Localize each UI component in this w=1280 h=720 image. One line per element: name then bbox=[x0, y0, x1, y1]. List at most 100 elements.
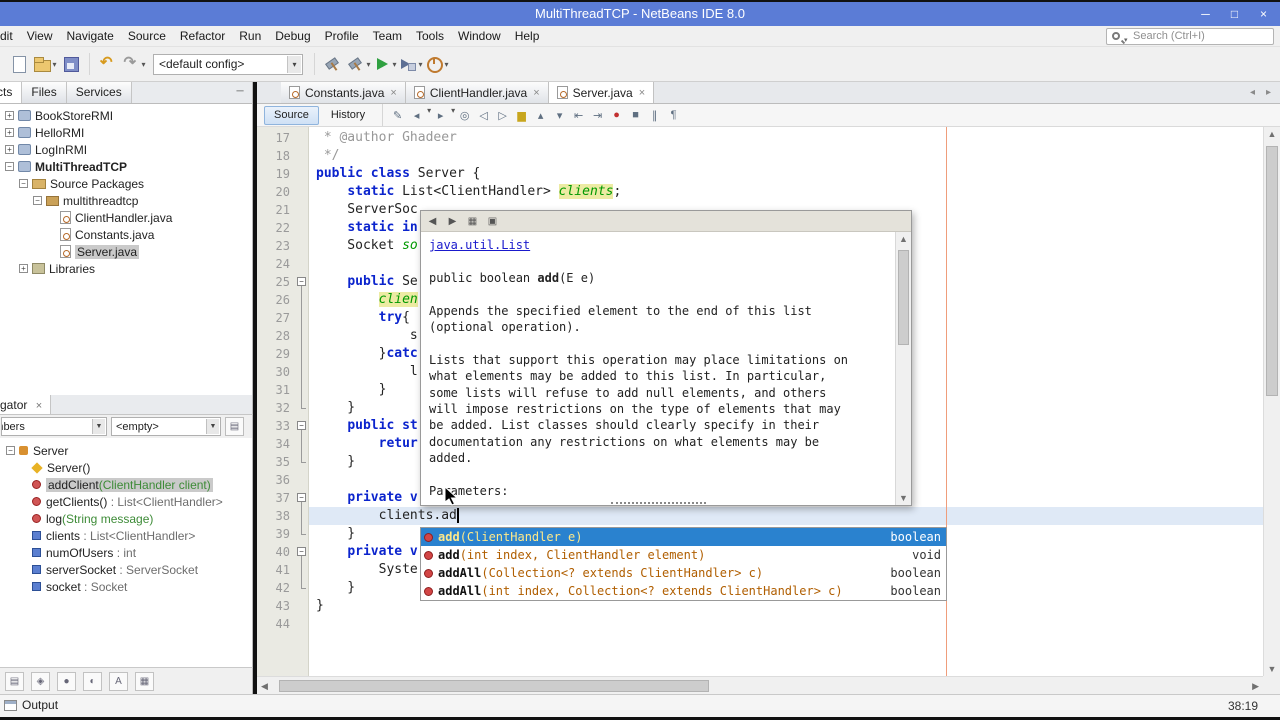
menu-debug[interactable]: Debug bbox=[268, 26, 317, 46]
back-icon[interactable]: ◀ bbox=[424, 213, 441, 229]
javadoc-scrollbar[interactable]: ▲ ▼ bbox=[895, 232, 911, 505]
close-icon[interactable]: × bbox=[390, 87, 396, 99]
javadoc-class-link[interactable]: java.util.List bbox=[429, 237, 887, 253]
quick-search-input[interactable]: ▾ Search (Ctrl+I) bbox=[1106, 28, 1274, 45]
tab-constants-java[interactable]: Constants.java × bbox=[281, 82, 406, 103]
forward-dropdown-icon[interactable]: ▾ bbox=[451, 106, 455, 124]
tab-scroll-left-icon[interactable]: ◂ bbox=[1245, 85, 1260, 101]
navigator-item-addclient[interactable]: addClient(ClientHandler client) bbox=[0, 476, 252, 493]
tab-navigator[interactable]: Navigator × bbox=[0, 395, 52, 414]
tab-server-java[interactable]: Server.java × bbox=[548, 82, 655, 103]
minus-handle[interactable]: − bbox=[6, 446, 15, 455]
navigator-item-getclients[interactable]: getClients() : List<ClientHandler> bbox=[0, 493, 252, 510]
project-item-hellormi[interactable]: + HelloRMI bbox=[0, 124, 252, 141]
tab-services[interactable]: Services bbox=[66, 82, 132, 103]
find-previous-icon[interactable]: ◁ bbox=[475, 106, 492, 124]
history-view-button[interactable]: History bbox=[321, 106, 375, 125]
menu-source[interactable]: Source bbox=[121, 26, 173, 46]
shift-left-icon[interactable]: ⇤ bbox=[570, 106, 587, 124]
sort-source-icon[interactable]: ▦ bbox=[135, 671, 154, 691]
menu-tools[interactable]: Tools bbox=[409, 26, 451, 46]
minus-handle[interactable]: − bbox=[33, 196, 42, 205]
sort-alpha-icon[interactable]: A bbox=[109, 671, 128, 691]
scroll-left-icon[interactable]: ◀ bbox=[261, 681, 268, 692]
plus-handle[interactable]: + bbox=[5, 111, 14, 120]
profile-button[interactable]: ▾ bbox=[425, 51, 449, 77]
plus-handle[interactable]: + bbox=[5, 145, 14, 154]
navigator-scope-select[interactable]: <empty> ▼ bbox=[111, 417, 221, 436]
menu-team[interactable]: Team bbox=[366, 26, 409, 46]
menu-help[interactable]: Help bbox=[508, 26, 547, 46]
menu-view[interactable]: View bbox=[20, 26, 60, 46]
forward-icon[interactable]: ▶ bbox=[444, 213, 461, 229]
completion-item[interactable]: add (ClientHandler e) boolean bbox=[421, 528, 946, 546]
undo-button[interactable] bbox=[96, 51, 120, 77]
last-edit-icon[interactable]: ✎ bbox=[389, 106, 406, 124]
tab-files[interactable]: Files bbox=[22, 82, 67, 103]
horizontal-scroll-thumb[interactable] bbox=[279, 680, 709, 692]
navigator-item-server[interactable]: − Server bbox=[0, 442, 252, 459]
menu-run[interactable]: Run bbox=[232, 26, 268, 46]
stop-macro-icon[interactable]: ■ bbox=[627, 106, 644, 124]
clean-build-button[interactable]: ▾ bbox=[347, 51, 371, 77]
menu-profile[interactable]: Profile bbox=[318, 26, 366, 46]
output-window-button[interactable]: Output bbox=[4, 698, 58, 712]
navigator-item-serversocket[interactable]: serverSocket : ServerSocket bbox=[0, 561, 252, 578]
editor-gutter[interactable]: 17 18 19 20 21 22 23 24 25−26 27 28 29 30 31 32 33−34 35… bbox=[257, 127, 309, 676]
scroll-up-icon[interactable]: ▲ bbox=[896, 234, 911, 244]
projects-tree[interactable]: + BookStoreRMI + HelloRMI + LogInRMI − MultiThr… bbox=[0, 104, 253, 395]
comment-icon[interactable]: ∥ bbox=[646, 106, 663, 124]
popup-resize-handle[interactable] bbox=[611, 502, 706, 504]
open-project-button[interactable]: ▾ bbox=[33, 51, 57, 77]
scroll-up-icon[interactable]: ▲ bbox=[1264, 129, 1280, 139]
profile-dropdown-icon[interactable]: ▾ bbox=[444, 60, 448, 69]
tab-clienthandler-java[interactable]: ClientHandler.java × bbox=[405, 82, 549, 103]
build-button[interactable] bbox=[321, 51, 345, 77]
navigator-item-numofusers[interactable]: numOfUsers : int bbox=[0, 544, 252, 561]
maximize-icon[interactable]: □ bbox=[1220, 2, 1249, 26]
vertical-scrollbar[interactable]: ▲ ▼ bbox=[1263, 127, 1280, 676]
plus-handle[interactable]: + bbox=[5, 128, 14, 137]
menu-window[interactable]: Window bbox=[451, 26, 508, 46]
shift-right-icon[interactable]: ⇥ bbox=[589, 106, 606, 124]
minus-handle[interactable]: − bbox=[5, 162, 14, 171]
debug-dropdown-icon[interactable]: ▾ bbox=[418, 60, 422, 69]
fold-collapse-icon[interactable]: − bbox=[297, 277, 306, 286]
fold-collapse-icon[interactable]: − bbox=[297, 493, 306, 502]
navigator-item-clients[interactable]: clients : List<ClientHandler> bbox=[0, 527, 252, 544]
next-bookmark-icon[interactable]: ▾ bbox=[551, 106, 568, 124]
show-in-browser-icon[interactable]: ▦ bbox=[464, 213, 481, 229]
navigator-tree[interactable]: − Server Server() addClient(ClientHandler c… bbox=[0, 438, 253, 667]
scroll-right-icon[interactable]: ▶ bbox=[1252, 681, 1259, 692]
project-item-libraries[interactable]: + Libraries bbox=[0, 260, 252, 277]
scroll-down-icon[interactable]: ▼ bbox=[1264, 664, 1280, 674]
forward-icon[interactable]: ▸ bbox=[432, 106, 449, 124]
project-item-bookstorermi[interactable]: + BookStoreRMI bbox=[0, 107, 252, 124]
save-all-button[interactable] bbox=[59, 51, 83, 77]
find-selection-icon[interactable]: ◎ bbox=[456, 106, 473, 124]
show-non-public-icon[interactable]: ◐ bbox=[83, 671, 102, 691]
menu-refactor[interactable]: Refactor bbox=[173, 26, 232, 46]
toggle-highlight-icon[interactable]: ▆ bbox=[513, 106, 530, 124]
javadoc-scroll-thumb[interactable] bbox=[898, 250, 909, 345]
clean-build-dropdown-icon[interactable]: ▾ bbox=[366, 60, 370, 69]
show-fields-icon[interactable]: ◈ bbox=[31, 671, 50, 691]
back-icon[interactable]: ◂ bbox=[408, 106, 425, 124]
config-select[interactable]: <default config> ▾ bbox=[153, 53, 303, 75]
open-project-dropdown-icon[interactable]: ▾ bbox=[52, 60, 56, 69]
run-button[interactable]: ▾ bbox=[373, 51, 397, 77]
project-item-multithreadtcp[interactable]: − multithreadtcp bbox=[0, 192, 252, 209]
show-inherited-icon[interactable]: ▤ bbox=[5, 671, 24, 691]
redo-button[interactable]: ▾ bbox=[122, 51, 146, 77]
project-item-clienthandler-java[interactable]: ClientHandler.java bbox=[0, 209, 252, 226]
show-static-icon[interactable]: ● bbox=[57, 671, 76, 691]
project-item-source-packages[interactable]: − Source Packages bbox=[0, 175, 252, 192]
minus-handle[interactable]: − bbox=[19, 179, 28, 188]
navigator-item-server[interactable]: Server() bbox=[0, 459, 252, 476]
navigator-item-socket[interactable]: socket : Socket bbox=[0, 578, 252, 595]
chevron-down-icon[interactable]: ▾ bbox=[287, 55, 301, 73]
fold-collapse-icon[interactable]: − bbox=[297, 547, 306, 556]
tab-projects[interactable]: Projects bbox=[0, 82, 23, 103]
project-item-server-java[interactable]: Server.java bbox=[0, 243, 252, 260]
tab-scroll-right-icon[interactable]: ▸ bbox=[1261, 85, 1276, 101]
